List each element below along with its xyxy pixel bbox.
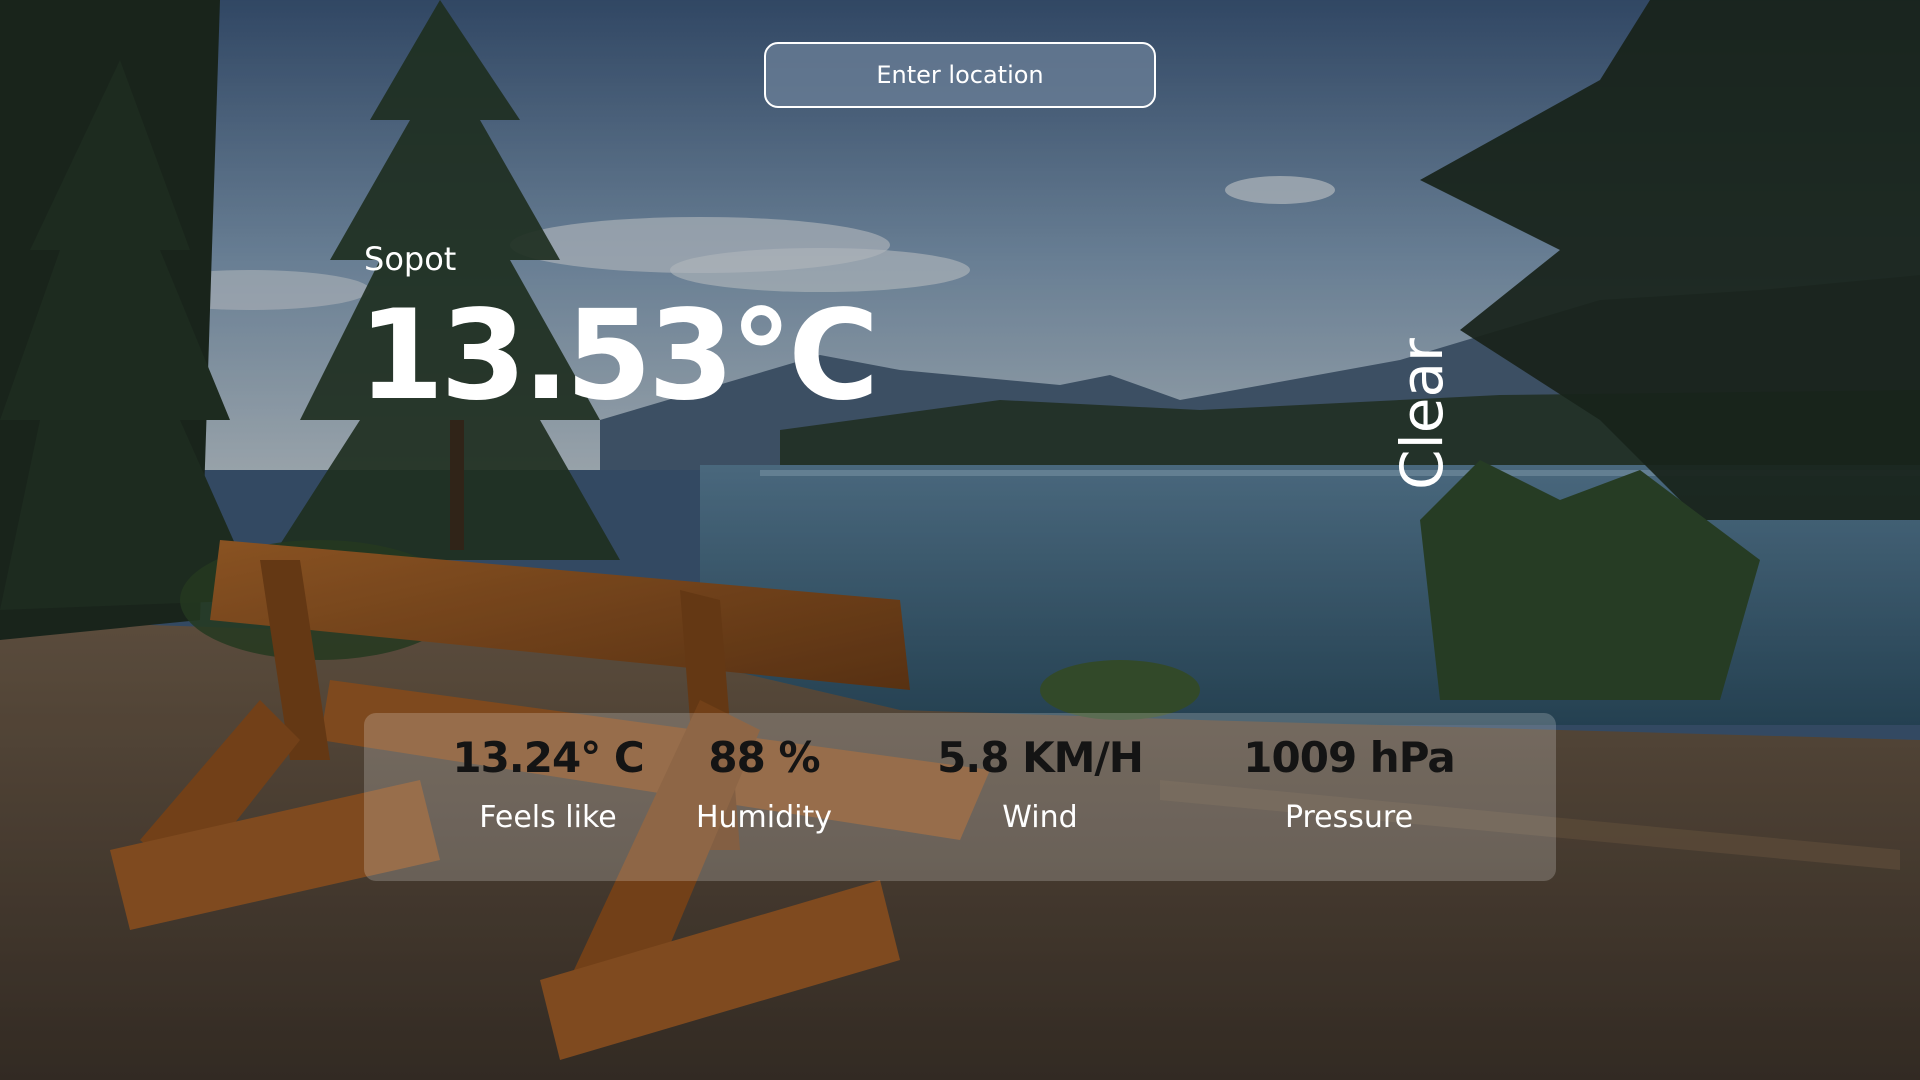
current-temperature: 13.53°C: [358, 284, 879, 428]
humidity-stat: 88 % Humidity: [688, 733, 840, 835]
wind-value: 5.8 KM/H: [937, 733, 1144, 782]
feels-like-value: 13.24° C: [452, 733, 644, 782]
humidity-label: Humidity: [695, 800, 833, 835]
background-dim-overlay: [0, 0, 1920, 1080]
weather-app: Sopot 13.53°C Clear 13.24° C Feels like …: [0, 0, 1920, 1080]
weather-condition: Clear: [1388, 338, 1456, 490]
city-name: Sopot: [364, 240, 457, 278]
humidity-value: 88 %: [708, 733, 820, 782]
location-search-input[interactable]: [764, 42, 1156, 108]
feels-like-label: Feels like: [479, 800, 617, 835]
wind-label: Wind: [1002, 800, 1078, 835]
pressure-stat: 1009 hPa Pressure: [1224, 733, 1474, 835]
weather-details-panel: 13.24° C Feels like 88 % Humidity 5.8 KM…: [364, 713, 1556, 881]
feels-like-stat: 13.24° C Feels like: [428, 733, 668, 835]
pressure-value: 1009 hPa: [1243, 733, 1455, 782]
wind-stat: 5.8 KM/H Wind: [930, 733, 1150, 835]
pressure-label: Pressure: [1284, 800, 1414, 835]
